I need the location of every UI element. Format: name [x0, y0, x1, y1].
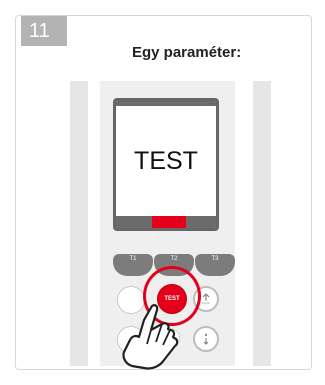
display-red-indicator	[152, 216, 186, 228]
left-rail	[70, 81, 88, 366]
info-button[interactable]	[193, 326, 219, 352]
step-number-badge: 11	[21, 16, 67, 46]
right-rail	[253, 81, 271, 366]
display-text: TEST	[134, 147, 198, 175]
step-caption: Egy paraméter:	[132, 44, 242, 61]
function-key-label: T3	[211, 256, 219, 262]
info-icon	[203, 333, 209, 345]
function-key-label: T1	[129, 256, 137, 262]
function-key-label: T2	[170, 256, 178, 262]
device-display: TEST	[113, 98, 219, 231]
function-key-t3[interactable]: T3	[195, 254, 235, 276]
function-key-t1[interactable]: T1	[113, 254, 153, 276]
display-top-bar	[116, 101, 216, 106]
pointing-hand-icon	[122, 304, 179, 370]
